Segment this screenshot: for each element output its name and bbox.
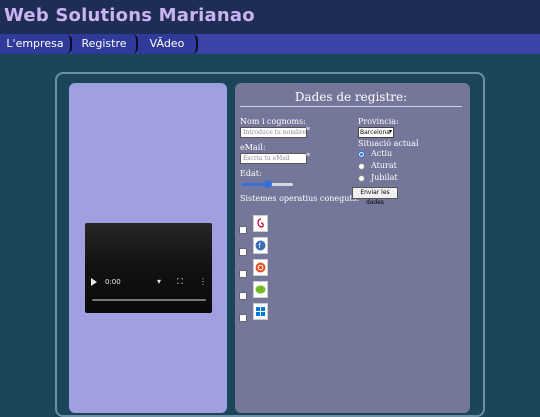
email-label: eMail: [240, 143, 266, 152]
province-label: Provincia: [358, 117, 399, 126]
submit-button[interactable]: Enviar les dades [352, 187, 398, 206]
video-player[interactable]: 0:00 ▾ ⛶ ⋮ [85, 223, 212, 313]
name-input[interactable]: Introduce tu nombre y ap [240, 127, 307, 138]
radio-jubilat[interactable] [358, 175, 365, 182]
os-checkbox-ubuntu[interactable] [239, 270, 247, 278]
nav-item-video[interactable]: VÃdeo [138, 34, 198, 54]
volume-icon[interactable]: ▾ [157, 277, 161, 286]
radio-label-jubilat: Jubilat [371, 173, 398, 182]
ubuntu-icon [253, 259, 268, 276]
os-checkbox-opensuse[interactable] [239, 292, 247, 300]
video-time: 0:00 [105, 278, 121, 286]
email-input[interactable]: Escriu tu eMail [240, 153, 307, 164]
age-slider-thumb[interactable] [264, 180, 272, 188]
title-divider [240, 106, 462, 107]
debian-icon [253, 215, 268, 232]
video-progress-bar[interactable] [92, 299, 206, 301]
nav-item-empresa[interactable]: L'empresa [0, 34, 72, 54]
name-required-mark: * [306, 126, 310, 135]
windows-icon [253, 303, 268, 320]
name-label: Nom i cognoms: [240, 117, 306, 126]
main-nav: L'empresa Registre VÃdeo [0, 34, 540, 54]
radio-aturat[interactable] [358, 163, 365, 170]
age-label: Edat: [240, 169, 262, 178]
site-title: Web Solutions Marianao [4, 5, 255, 26]
situation-label: Situació actual [358, 139, 419, 148]
chevron-down-icon: ▾ [388, 128, 392, 135]
os-checkbox-debian[interactable] [239, 226, 247, 234]
email-required-mark: * [306, 152, 310, 161]
province-value: Barcelona [360, 129, 390, 136]
fedora-icon: f [253, 237, 268, 254]
nav-item-registre[interactable]: Registre [72, 34, 138, 54]
fullscreen-icon[interactable]: ⛶ [177, 277, 183, 287]
form-title: Dades de registre: [294, 90, 408, 104]
play-icon[interactable] [91, 278, 97, 286]
radio-label-aturat: Aturat [371, 161, 397, 170]
os-checkbox-fedora[interactable] [239, 248, 247, 256]
province-select[interactable]: Barcelona ▾ [358, 127, 394, 138]
os-label: Sistemes operatius coneguts: [240, 194, 360, 203]
radio-actiu[interactable] [358, 151, 365, 158]
opensuse-icon [253, 281, 268, 298]
more-options-icon[interactable]: ⋮ [199, 277, 207, 286]
os-checkbox-windows[interactable] [239, 314, 247, 322]
site-header: Web Solutions Marianao [0, 0, 540, 34]
radio-label-actiu: Actiu [371, 149, 393, 158]
